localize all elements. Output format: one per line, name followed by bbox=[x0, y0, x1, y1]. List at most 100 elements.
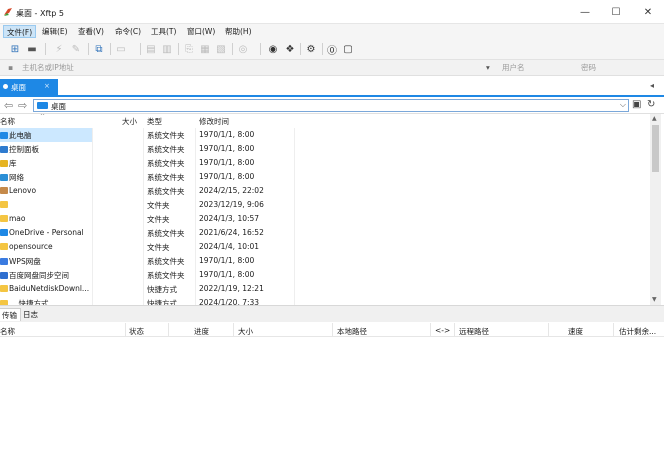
file-name: 此电脑 bbox=[9, 131, 32, 140]
xfer-column-local[interactable]: 本地路径 bbox=[337, 326, 367, 337]
folder-icon bbox=[0, 201, 8, 208]
file-name-cell: opensource bbox=[0, 240, 92, 254]
new-session-icon[interactable]: ⊞ bbox=[8, 42, 22, 56]
column-name[interactable]: 名称 bbox=[0, 116, 15, 127]
file-modified: 2023/12/19, 9:06 bbox=[199, 200, 264, 209]
file-type: 系统文件夹 bbox=[147, 173, 185, 182]
toolbar: ⊞ ▬ ⚡ ✎ ⧉ ▭ ▤ ▥ ⎘ ▦ ▧ ◎ ◉ ❖ ⚙ ⓪ ▢ bbox=[0, 39, 664, 60]
scrollbar-thumb[interactable] bbox=[652, 125, 659, 172]
tab-close-icon[interactable]: × bbox=[44, 82, 50, 90]
tab-status-icon bbox=[3, 84, 8, 89]
file-row[interactable]: Lenovo 系统文件夹 2024/2/15, 22:02 bbox=[0, 184, 650, 198]
minimize-button[interactable]: — bbox=[569, 0, 601, 24]
file-modified: 2021/6/24, 16:52 bbox=[199, 228, 264, 237]
lower-tab-bar: 传输 日志 bbox=[0, 305, 664, 322]
xftp-logo-icon bbox=[4, 8, 12, 16]
file-row[interactable]: OneDrive - Personal 系统文件夹 2021/6/24, 16:52 bbox=[0, 226, 650, 240]
transfer-header: 名称 状态 进度 大小 本地路径 <-> 远程路径 速度 估计剩余... bbox=[0, 323, 664, 337]
refresh-path-icon[interactable]: ↻ bbox=[647, 99, 655, 110]
close-button[interactable]: ✕ bbox=[632, 0, 664, 24]
help-icon[interactable]: ⓪ bbox=[325, 42, 339, 57]
file-type: 文件夹 bbox=[147, 215, 170, 224]
scroll-down-icon[interactable]: ▼ bbox=[652, 296, 657, 303]
file-row[interactable]: ... 快捷方式 快捷方式 2024/1/20, 7:33 bbox=[0, 296, 650, 305]
delete-icon[interactable]: ▧ bbox=[214, 42, 228, 56]
file-type: 系统文件夹 bbox=[147, 187, 185, 196]
file-list-scrollbar[interactable]: ▲ ▼ bbox=[650, 114, 661, 305]
transfer-list bbox=[0, 338, 664, 475]
xfer-column-status[interactable]: 状态 bbox=[129, 326, 144, 337]
file-modified: 2024/1/20, 7:33 bbox=[199, 298, 260, 305]
transfer-icon[interactable]: ▭ bbox=[114, 42, 128, 56]
file-row[interactable]: 此电脑 系统文件夹 1970/1/1, 8:00 bbox=[0, 128, 650, 142]
column-modified[interactable]: 修改时间 bbox=[199, 116, 229, 127]
xfer-column-speed[interactable]: 速度 bbox=[568, 326, 583, 337]
file-modified: 1970/1/1, 8:00 bbox=[199, 130, 255, 139]
properties-icon[interactable]: ▥ bbox=[160, 42, 174, 56]
file-row[interactable]: 文件夹 2023/12/19, 9:06 bbox=[0, 198, 650, 212]
control-panel-icon bbox=[0, 146, 8, 153]
file-type: 快捷方式 bbox=[147, 285, 177, 294]
menu-file[interactable]: 文件(F) bbox=[3, 25, 37, 38]
xfer-column-remote[interactable]: 远程路径 bbox=[459, 326, 489, 337]
username-input[interactable]: 用户名 bbox=[502, 62, 572, 74]
xfer-column-direction[interactable]: <-> bbox=[435, 326, 450, 335]
open-folder-icon[interactable]: ▬ bbox=[25, 42, 39, 56]
path-input[interactable]: 桌面 ⌵ bbox=[33, 99, 629, 112]
path-text: 桌面 bbox=[51, 102, 66, 111]
gear-icon[interactable]: ⚙ bbox=[304, 42, 318, 56]
tab-list-icon[interactable]: ◂ bbox=[650, 81, 654, 90]
host-dropdown-icon[interactable]: ▾ bbox=[486, 62, 490, 74]
file-type: 文件夹 bbox=[147, 201, 170, 210]
chat-icon[interactable]: ▢ bbox=[341, 42, 355, 56]
file-name-cell: Lenovo bbox=[0, 184, 92, 198]
file-name-cell: ... 快捷方式 bbox=[0, 296, 92, 305]
file-name-cell: 此电脑 bbox=[0, 128, 92, 142]
tab-desktop[interactable]: 桌面 × bbox=[0, 79, 58, 95]
file-name-cell: 库 bbox=[0, 156, 92, 170]
column-type[interactable]: 类型 bbox=[147, 116, 162, 127]
sftp-icon[interactable]: ❖ bbox=[283, 42, 297, 56]
refresh-icon[interactable]: ▤ bbox=[144, 42, 158, 56]
file-row[interactable]: 百度网盘同步空间 系统文件夹 1970/1/1, 8:00 bbox=[0, 268, 650, 282]
xfer-column-name[interactable]: 名称 bbox=[0, 326, 15, 337]
menu-edit[interactable]: 编辑(E) bbox=[39, 25, 71, 38]
xfer-column-remaining[interactable]: 估计剩余... bbox=[619, 326, 656, 337]
xfer-column-size[interactable]: 大小 bbox=[238, 326, 253, 337]
new-window-icon[interactable]: ⧉ bbox=[92, 42, 106, 56]
file-row[interactable]: mao 文件夹 2024/1/3, 10:57 bbox=[0, 212, 650, 226]
menu-view[interactable]: 查看(V) bbox=[75, 25, 107, 38]
menu-tools[interactable]: 工具(T) bbox=[148, 25, 179, 38]
file-name-cell: OneDrive - Personal bbox=[0, 226, 92, 240]
connect-icon[interactable]: ⚡ bbox=[52, 42, 66, 56]
menu-window[interactable]: 窗口(W) bbox=[184, 25, 218, 38]
globe-icon[interactable]: ◎ bbox=[236, 42, 250, 56]
back-arrow-icon[interactable]: ⇦ bbox=[4, 99, 13, 112]
file-type: 系统文件夹 bbox=[147, 145, 185, 154]
file-type: 系统文件夹 bbox=[147, 271, 185, 280]
folder-tool-icon[interactable]: ▣ bbox=[632, 99, 641, 110]
file-row[interactable]: opensource 文件夹 2024/1/4, 10:01 bbox=[0, 240, 650, 254]
scroll-up-icon[interactable]: ▲ bbox=[652, 115, 657, 122]
host-input[interactable]: 主机名或IP地址 bbox=[22, 62, 482, 74]
tab-log[interactable]: 日志 bbox=[20, 308, 41, 321]
disconnect-icon[interactable]: ✎ bbox=[69, 42, 83, 56]
file-modified: 1970/1/1, 8:00 bbox=[199, 270, 255, 279]
paste-icon[interactable]: ▦ bbox=[198, 42, 212, 56]
file-row[interactable]: WPS网盘 系统文件夹 1970/1/1, 8:00 bbox=[0, 254, 650, 268]
maximize-button[interactable]: ☐ bbox=[600, 0, 632, 24]
copy-icon[interactable]: ⎘ bbox=[182, 42, 196, 56]
chevron-down-icon[interactable]: ⌵ bbox=[620, 100, 626, 110]
password-input[interactable]: 密码 bbox=[581, 62, 651, 74]
file-row[interactable]: 库 系统文件夹 1970/1/1, 8:00 bbox=[0, 156, 650, 170]
file-row[interactable]: 控制面板 系统文件夹 1970/1/1, 8:00 bbox=[0, 142, 650, 156]
xshell-icon[interactable]: ◉ bbox=[266, 42, 280, 56]
tab-transfer[interactable]: 传输 bbox=[0, 308, 21, 321]
menu-command[interactable]: 命令(C) bbox=[112, 25, 144, 38]
xfer-column-progress[interactable]: 进度 bbox=[194, 326, 209, 337]
forward-arrow-icon[interactable]: ⇨ bbox=[18, 99, 27, 112]
column-size[interactable]: 大小 bbox=[122, 116, 137, 127]
menu-help[interactable]: 帮助(H) bbox=[222, 25, 255, 38]
file-row[interactable]: 网络 系统文件夹 1970/1/1, 8:00 bbox=[0, 170, 650, 184]
file-row[interactable]: BaiduNetdiskDownl... 快捷方式 2022/1/19, 12:21 bbox=[0, 282, 650, 296]
